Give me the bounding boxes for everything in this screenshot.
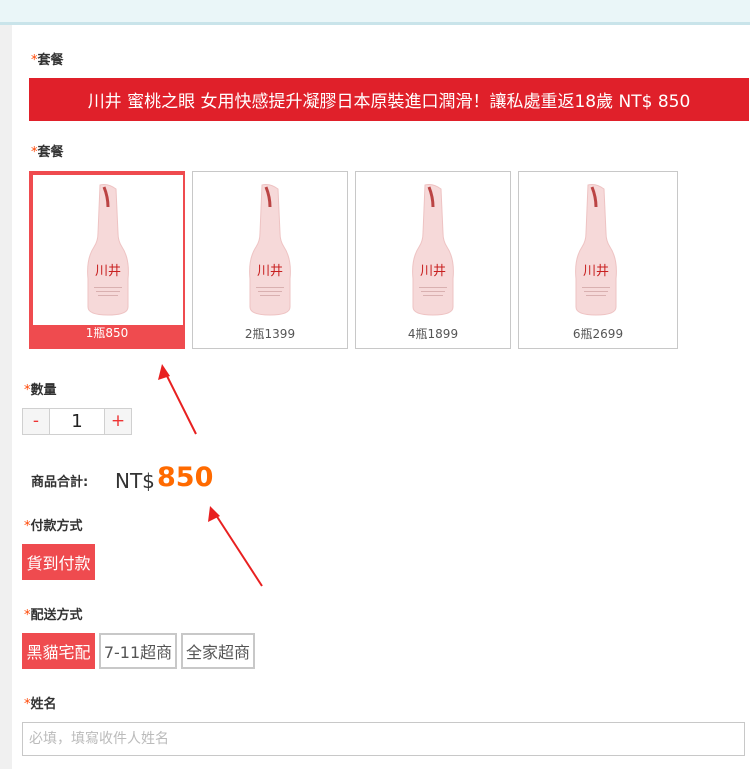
increase-button[interactable]: + [104, 409, 131, 434]
package-banner-text: 川井 蜜桃之眼 女用快感提升凝膠日本原裝進口潤滑！讓私處重返18歲 NT$ 85… [87, 92, 691, 112]
total-currency: NT$ [115, 469, 155, 493]
annotation-arrow-icon [158, 364, 197, 435]
product-bottle-icon: 川井 [412, 184, 454, 316]
total-amount: 850 [157, 462, 214, 493]
annotation-arrow-icon [208, 506, 263, 587]
shipping-option-711[interactable]: 7-11超商 [99, 633, 177, 669]
package-banner-label-text: 套餐 [37, 53, 64, 68]
package-banner[interactable]: 川井 蜜桃之眼 女用快感提升凝膠日本原裝進口潤滑！讓私處重返18歲 NT$ 85… [29, 78, 749, 121]
decrease-button[interactable]: - [23, 409, 50, 434]
product-bottle-icon: 川井 [575, 184, 617, 316]
product-image: 川井 [359, 175, 507, 325]
package-banner-label: *套餐 [31, 49, 64, 68]
package-option-2[interactable]: 川井 2瓶1399 [192, 171, 348, 349]
svg-text:川井: 川井 [583, 264, 609, 279]
quantity-label: *數量 [24, 379, 57, 398]
product-image: 川井 [33, 175, 183, 325]
top-bar [0, 0, 750, 25]
package-caption: 2瓶1399 [244, 327, 296, 341]
name-label-text: 姓名 [30, 697, 57, 712]
quantity-label-text: 數量 [30, 383, 57, 398]
package-option-1[interactable]: 川井 1瓶850 [29, 171, 185, 349]
quantity-stepper: - 1 + [22, 408, 132, 435]
shipping-option-familymart[interactable]: 全家超商 [181, 633, 255, 669]
svg-text:川井: 川井 [95, 264, 121, 279]
package-caption: 6瓶2699 [572, 327, 624, 341]
product-image: 川井 [196, 175, 344, 325]
shipping-label-text: 配送方式 [30, 608, 83, 623]
quantity-value[interactable]: 1 [50, 409, 104, 434]
product-bottle-icon: 川井 [87, 184, 129, 316]
left-gutter [0, 25, 12, 769]
package-option-4[interactable]: 川井 6瓶2699 [518, 171, 678, 349]
package-caption: 1瓶850 [85, 326, 129, 340]
name-input[interactable] [22, 722, 745, 756]
total-label: 商品合計: [31, 475, 89, 490]
name-label: *姓名 [24, 693, 57, 712]
svg-text:川井: 川井 [420, 264, 446, 279]
payment-label: *付款方式 [24, 515, 83, 534]
shipping-label: *配送方式 [24, 604, 83, 623]
payment-label-text: 付款方式 [30, 519, 83, 534]
product-bottle-icon: 川井 [249, 184, 291, 316]
package-caption: 4瓶1899 [407, 327, 459, 341]
package-select-label: *套餐 [31, 141, 64, 160]
product-image: 川井 [522, 175, 670, 325]
package-option-3[interactable]: 川井 4瓶1899 [355, 171, 511, 349]
svg-text:川井: 川井 [257, 264, 283, 279]
shipping-option-tcat[interactable]: 黑貓宅配 [22, 633, 95, 669]
package-select-label-text: 套餐 [37, 145, 64, 160]
payment-option-cod[interactable]: 貨到付款 [22, 544, 95, 580]
